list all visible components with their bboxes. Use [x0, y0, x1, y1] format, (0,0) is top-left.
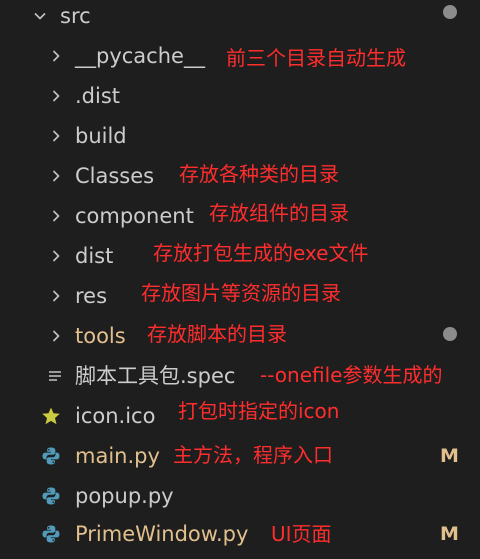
lines-icon	[44, 356, 66, 396]
chevron-right-icon[interactable]	[46, 36, 66, 76]
tree-item-label: PrimeWindow.py	[75, 522, 249, 546]
tree-item-folder[interactable]: Classes 存放各种类的目录	[0, 156, 480, 196]
tree-item-label: dist	[75, 244, 114, 268]
tree-item-folder[interactable]: build	[0, 116, 480, 156]
tree-item-folder[interactable]: dist 存放打包生成的exe文件	[0, 236, 480, 276]
annotation-text: 前三个目录自动生成	[226, 46, 406, 70]
tree-item-folder[interactable]: __pycache__ 前三个目录自动生成	[0, 36, 480, 76]
chevron-right-icon[interactable]	[46, 316, 66, 356]
chevron-right-icon[interactable]	[46, 236, 66, 276]
modified-dot-indicator	[443, 5, 457, 19]
tree-item-label: icon.ico	[75, 404, 156, 428]
tree-item-src[interactable]: src	[0, 0, 480, 36]
tree-item-label: popup.py	[75, 484, 174, 508]
tree-item-label: __pycache__	[75, 44, 205, 68]
tree-item-file[interactable]: icon.ico 打包时指定的icon	[0, 396, 480, 436]
star-icon	[40, 396, 62, 436]
annotation-text: UI页面	[271, 522, 332, 546]
git-modified-badge: M	[440, 523, 459, 545]
chevron-right-icon[interactable]	[46, 116, 66, 156]
chevron-right-icon[interactable]	[46, 76, 66, 116]
tree-item-file[interactable]: 脚本工具包.spec --onefile参数生成的	[0, 356, 480, 396]
tree-item-folder[interactable]: .dist	[0, 76, 480, 116]
chevron-right-icon[interactable]	[46, 196, 66, 236]
tree-item-label: build	[75, 124, 127, 148]
chevron-right-icon[interactable]	[46, 156, 66, 196]
chevron-down-icon[interactable]	[30, 0, 50, 36]
annotation-text: 存放打包生成的exe文件	[153, 241, 369, 265]
tree-item-label: tools	[75, 324, 126, 348]
tree-item-folder[interactable]: component 存放组件的目录	[0, 196, 480, 236]
tree-item-label: .dist	[75, 84, 121, 108]
annotation-text: 存放组件的目录	[209, 201, 349, 225]
modified-dot-indicator	[443, 327, 457, 341]
python-icon	[40, 436, 62, 476]
tree-item-file[interactable]: main.py 主方法，程序入口 M	[0, 436, 480, 476]
tree-item-label: src	[60, 4, 91, 28]
python-icon	[40, 514, 62, 554]
python-icon	[40, 476, 62, 516]
git-modified-badge: M	[440, 445, 459, 467]
tree-item-folder[interactable]: tools 存放脚本的目录	[0, 316, 480, 356]
annotation-text: --onefile参数生成的	[260, 363, 443, 387]
tree-item-file[interactable]: PrimeWindow.py UI页面 M	[0, 514, 480, 554]
annotation-text: 存放图片等资源的目录	[141, 281, 341, 305]
annotation-text: 主方法，程序入口	[173, 443, 333, 467]
annotation-text: 存放各种类的目录	[179, 162, 339, 186]
annotation-text: 打包时指定的icon	[178, 399, 340, 423]
tree-item-folder[interactable]: res 存放图片等资源的目录	[0, 276, 480, 316]
tree-item-label: Classes	[75, 164, 155, 188]
tree-item-file[interactable]: popup.py	[0, 476, 480, 516]
tree-item-label: 脚本工具包.spec	[75, 364, 236, 388]
tree-item-label: component	[75, 204, 194, 228]
tree-item-label: main.py	[75, 444, 160, 468]
annotation-text: 存放脚本的目录	[147, 322, 287, 346]
chevron-right-icon[interactable]	[46, 276, 66, 316]
tree-item-label: res	[75, 284, 108, 308]
